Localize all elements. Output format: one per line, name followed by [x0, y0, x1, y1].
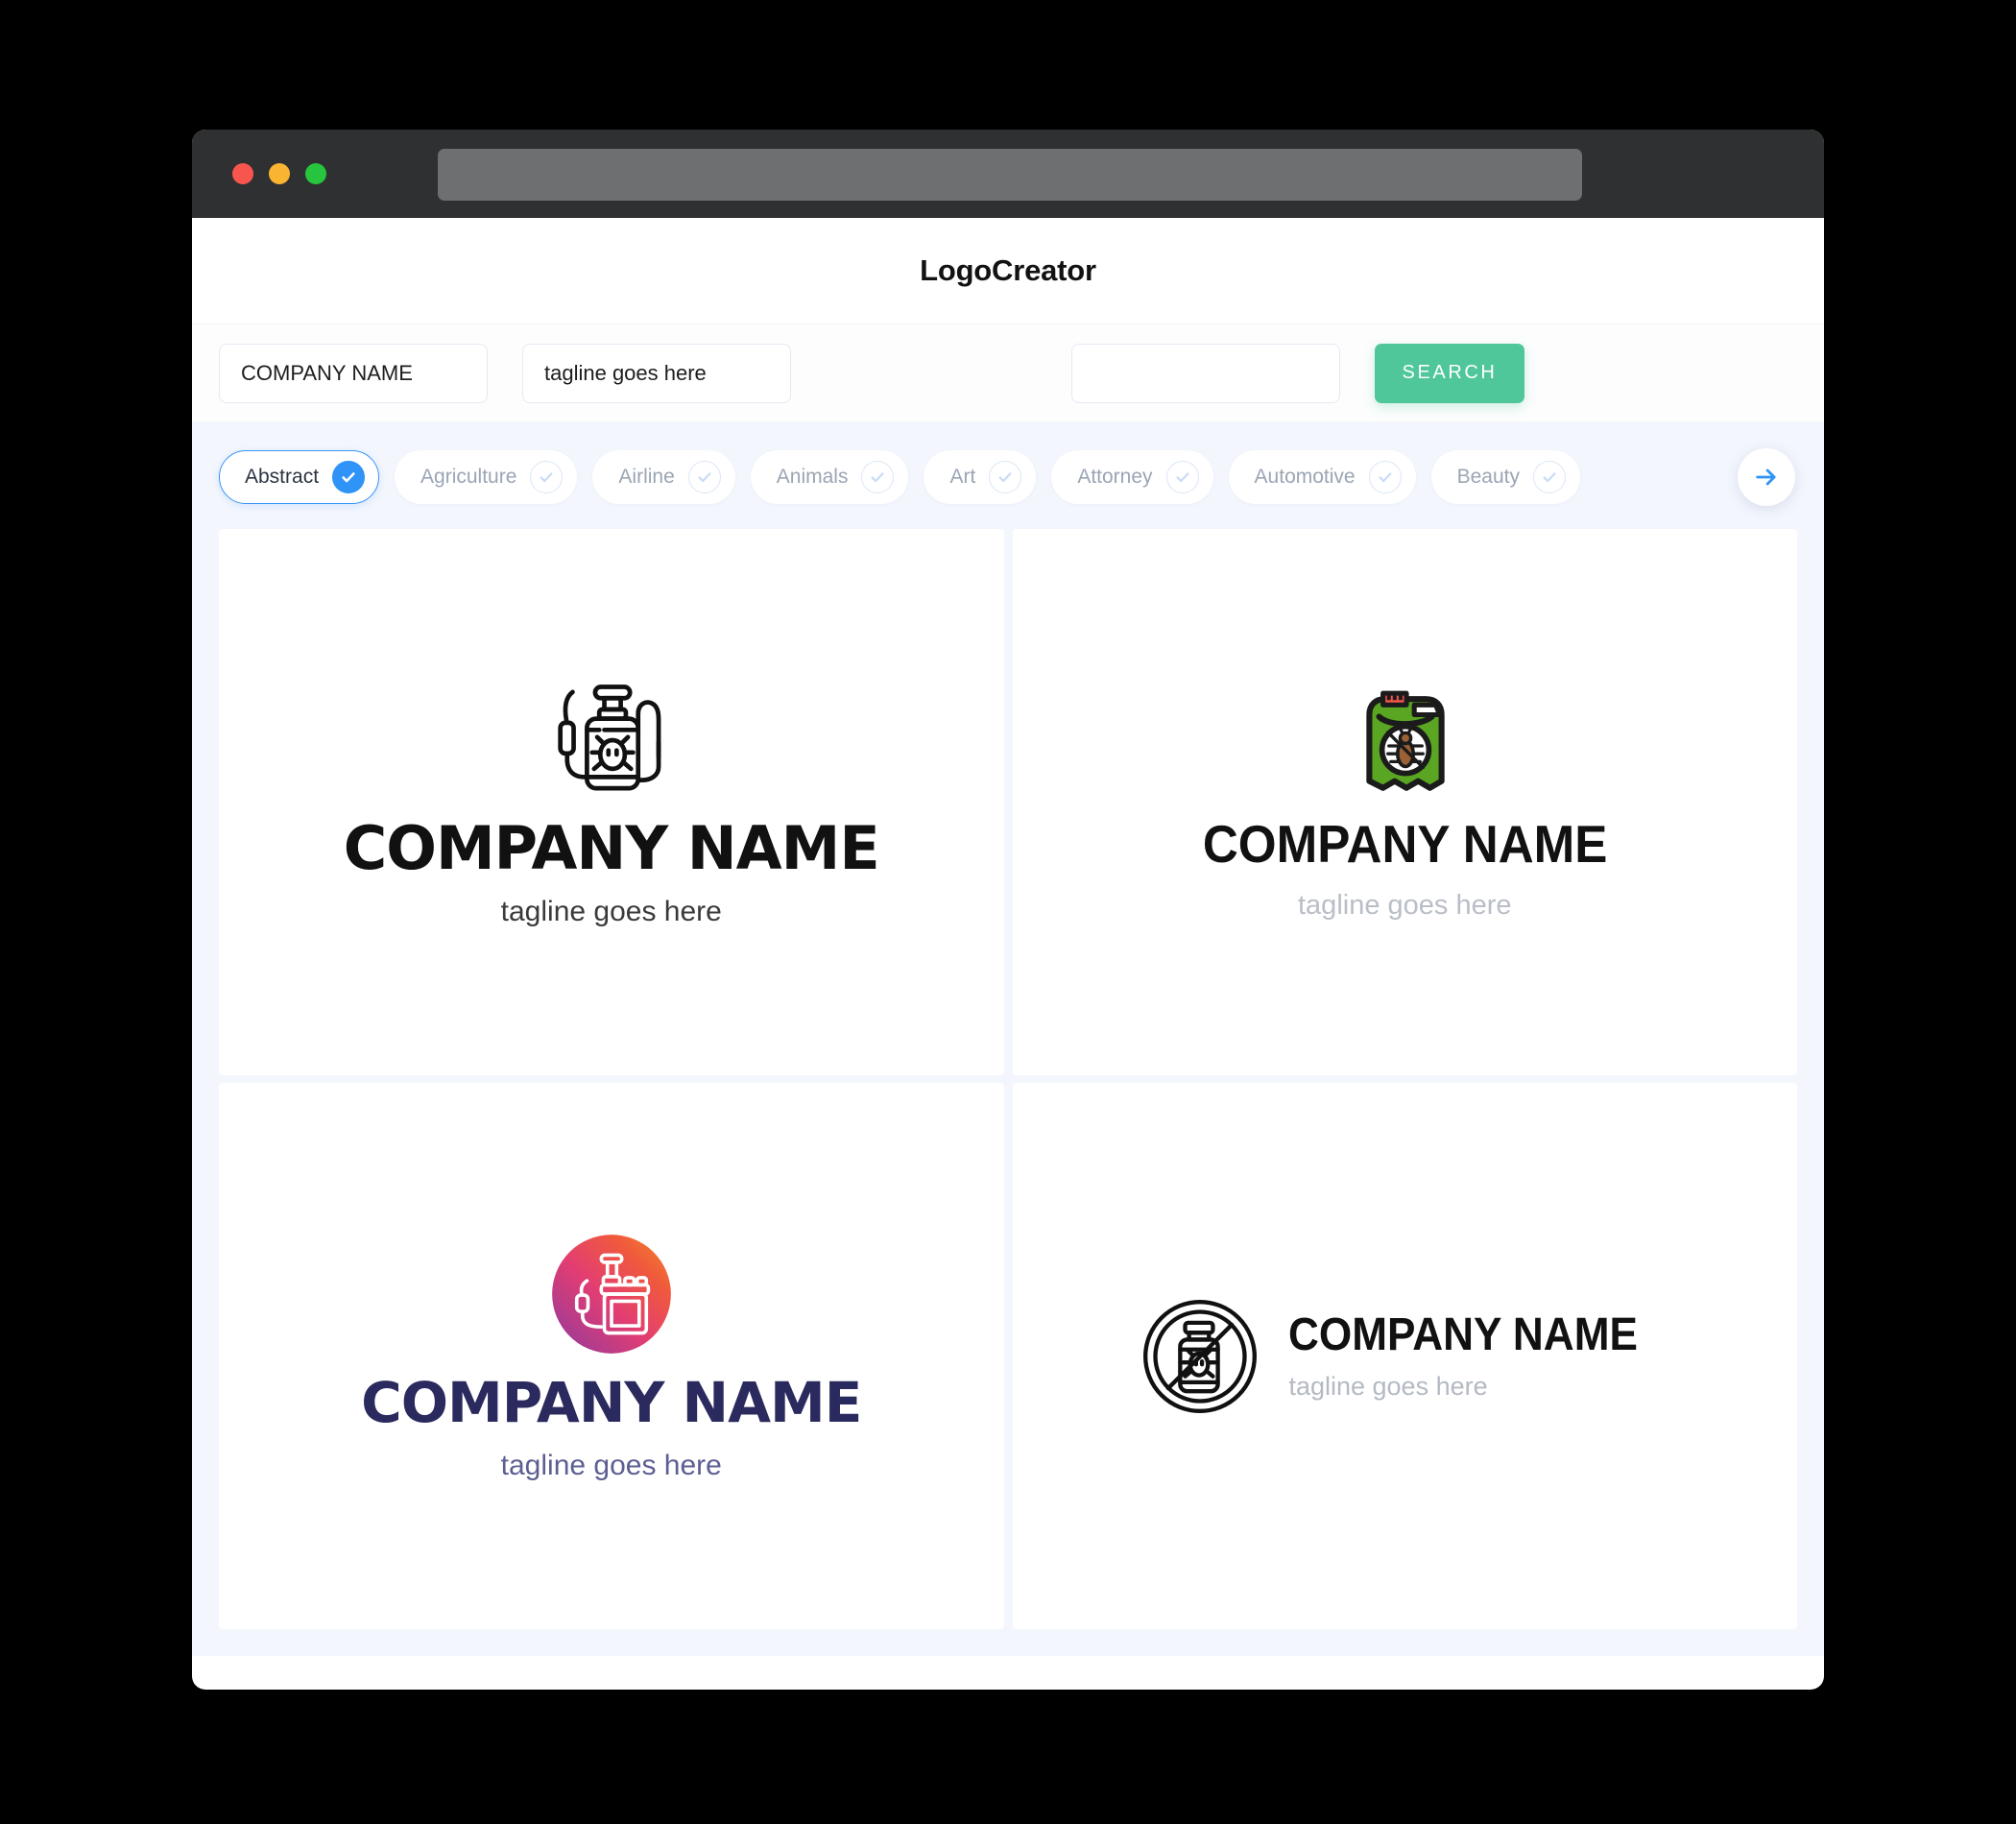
category-chip-label: Beauty: [1456, 466, 1520, 488]
category-chip-attorney[interactable]: Attorney: [1051, 450, 1213, 504]
logo-preview: COMPANY NAME tagline goes here: [343, 679, 880, 927]
category-chip-abstract[interactable]: Abstract: [219, 450, 380, 504]
logo-card[interactable]: COMPANY NAME tagline goes here: [1012, 1083, 1797, 1629]
pest-sprayer-outline-icon: [558, 684, 661, 790]
logo-tagline: tagline goes here: [500, 1449, 722, 1481]
category-chip-agriculture[interactable]: Agriculture: [395, 450, 578, 504]
category-chip-label: Attorney: [1077, 466, 1153, 488]
app-header: LogoCreator: [192, 218, 1824, 324]
categories-next-button[interactable]: [1738, 448, 1795, 506]
search-toolbar: COMPANY NAME tagline goes here SEARCH: [192, 324, 1824, 421]
check-icon: [1368, 461, 1402, 493]
check-icon: [861, 461, 895, 493]
close-window-button[interactable]: [232, 163, 253, 184]
logo-company-name: COMPANY NAME: [1288, 1309, 1639, 1360]
check-icon: [530, 461, 564, 493]
category-chip-label: Airline: [618, 466, 675, 488]
category-chip-art[interactable]: Art: [924, 450, 1037, 504]
company-name-input[interactable]: COMPANY NAME: [219, 343, 488, 403]
minimize-window-button[interactable]: [269, 163, 290, 184]
page-title: LogoCreator: [920, 253, 1096, 287]
check-icon: [332, 461, 366, 493]
logo-company-name: COMPANY NAME: [361, 1369, 862, 1435]
logo-preview: COMPANY NAME tagline goes here: [1140, 1297, 1668, 1416]
logo-card[interactable]: COMPANY NAME tagline goes here: [1012, 529, 1797, 1075]
logo-card[interactable]: COMPANY NAME tagline goes here: [219, 1083, 1004, 1629]
logo-tagline: tagline goes here: [1288, 1372, 1488, 1401]
category-filter-bar: Abstract Agriculture Airline Animals Art: [192, 421, 1824, 529]
logo-results-grid: COMPANY NAME tagline goes here COMPANY N…: [192, 529, 1824, 1656]
check-icon: [1165, 461, 1199, 493]
green-jerrycan-bug-icon: [1366, 690, 1445, 791]
check-icon: [687, 461, 721, 493]
category-chip-animals[interactable]: Animals: [750, 450, 909, 504]
logo-tagline: tagline goes here: [1298, 889, 1512, 921]
category-chip-beauty[interactable]: Beauty: [1430, 450, 1580, 504]
category-chip-label: Art: [949, 466, 976, 488]
no-pesticide-prohibition-icon: [1143, 1299, 1258, 1413]
logo-preview: COMPANY NAME tagline goes here: [1188, 685, 1622, 920]
search-button[interactable]: SEARCH: [1375, 343, 1524, 403]
category-chip-automotive[interactable]: Automotive: [1228, 450, 1416, 504]
logo-company-name: COMPANY NAME: [1202, 813, 1608, 874]
category-chip-airline[interactable]: Airline: [592, 450, 735, 504]
arrow-right-icon: [1756, 468, 1776, 486]
browser-titlebar: [192, 130, 1824, 218]
category-chip-label: Agriculture: [420, 466, 517, 488]
check-icon: [989, 461, 1022, 493]
category-chip-label: Automotive: [1254, 466, 1356, 488]
keyword-input[interactable]: [1071, 343, 1340, 403]
traffic-lights: [232, 163, 326, 184]
logo-company-name: COMPANY NAME: [343, 812, 880, 883]
logo-preview: COMPANY NAME tagline goes here: [361, 1233, 862, 1481]
gradient-circle-sprayer-icon: [551, 1234, 671, 1354]
check-icon: [1533, 461, 1566, 493]
tagline-input[interactable]: tagline goes here: [522, 343, 791, 403]
category-chip-label: Animals: [776, 466, 849, 488]
maximize-window-button[interactable]: [305, 163, 326, 184]
url-bar[interactable]: [438, 149, 1582, 201]
logo-card[interactable]: COMPANY NAME tagline goes here: [219, 529, 1004, 1075]
category-chip-label: Abstract: [245, 466, 320, 488]
logo-tagline: tagline goes here: [500, 895, 722, 927]
logo-text-block: COMPANY NAME tagline goes here: [1288, 1312, 1668, 1400]
browser-window: LogoCreator COMPANY NAME tagline goes he…: [192, 130, 1824, 1690]
